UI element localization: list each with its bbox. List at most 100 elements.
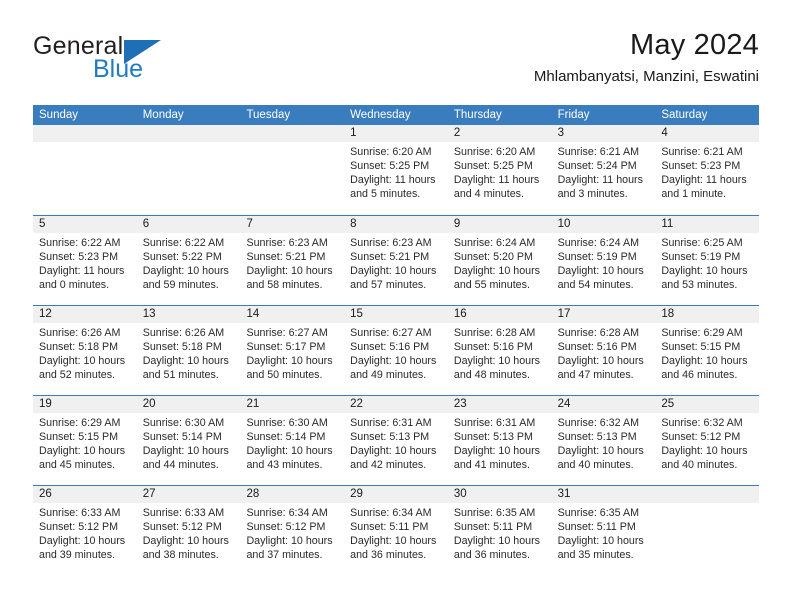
day-number: 27 bbox=[136, 486, 241, 503]
day-sun-info: Sunrise: 6:33 AM Sunset: 5:12 PM Daylight:… bbox=[33, 503, 137, 562]
day-sun-info: Sunrise: 6:31 AM Sunset: 5:13 PM Daylight:… bbox=[344, 413, 448, 472]
calendar-day-cell[interactable]: 3 Sunrise: 6:21 AM Sunset: 5:24 PM Daylight… bbox=[551, 125, 656, 215]
sunrise-text: Sunrise: 6:22 AM bbox=[39, 237, 121, 249]
calendar-day-cell[interactable]: 9 Sunrise: 6:24 AM Sunset: 5:20 PM Daylight… bbox=[447, 216, 552, 305]
daylight-text: Daylight: 10 hours and 53 minutes. bbox=[661, 265, 748, 292]
day-number: 22 bbox=[344, 396, 448, 413]
day-sun-info: Sunrise: 6:20 AM Sunset: 5:25 PM Daylight:… bbox=[344, 142, 448, 201]
daylight-text: Daylight: 10 hours and 40 minutes. bbox=[661, 445, 748, 472]
daylight-text: Daylight: 10 hours and 46 minutes. bbox=[661, 355, 748, 382]
sunrise-text: Sunrise: 6:24 AM bbox=[557, 237, 639, 249]
daylight-text: Daylight: 11 hours and 5 minutes. bbox=[350, 174, 436, 201]
calendar-day-cell[interactable]: 28 Sunrise: 6:34 AM Sunset: 5:12 PM Dayligh… bbox=[240, 486, 345, 575]
day-sun-info: Sunrise: 6:27 AM Sunset: 5:16 PM Daylight:… bbox=[344, 323, 448, 382]
sunrise-text: Sunrise: 6:22 AM bbox=[142, 237, 225, 249]
weekday-header-tuesday: Tuesday bbox=[246, 109, 291, 121]
daylight-text: Daylight: 10 hours and 50 minutes. bbox=[246, 355, 333, 382]
calendar-day-cell[interactable]: 22 Sunrise: 6:31 AM Sunset: 5:13 PM Dayligh… bbox=[344, 396, 448, 485]
daylight-text: Daylight: 10 hours and 48 minutes. bbox=[453, 355, 541, 382]
calendar-day-cell[interactable]: 20 Sunrise: 6:30 AM Sunset: 5:14 PM Dayligh… bbox=[136, 396, 241, 485]
weekday-header-row: Sunday Monday Tuesday Wednesday Thursday… bbox=[33, 105, 759, 125]
day-number: 24 bbox=[551, 396, 656, 413]
sunset-text: Sunset: 5:12 PM bbox=[661, 431, 741, 444]
day-number: 1 bbox=[344, 125, 448, 142]
sunset-text: Sunset: 5:14 PM bbox=[246, 431, 326, 444]
day-number bbox=[136, 125, 241, 142]
day-sun-info: Sunrise: 6:32 AM Sunset: 5:12 PM Daylight:… bbox=[655, 413, 759, 472]
page-header: General Blue May 2024 Mhlambanyatsi, Man… bbox=[33, 28, 759, 94]
calendar-day-cell[interactable]: 4 Sunrise: 6:21 AM Sunset: 5:23 PM Daylight… bbox=[655, 125, 760, 215]
calendar-day-cell[interactable]: 29 Sunrise: 6:34 AM Sunset: 5:11 PM Dayligh… bbox=[344, 486, 448, 575]
daylight-text: Daylight: 10 hours and 39 minutes. bbox=[39, 535, 126, 562]
day-number: 17 bbox=[551, 306, 656, 323]
calendar-day-cell[interactable]: 27 Sunrise: 6:33 AM Sunset: 5:12 PM Dayligh… bbox=[136, 486, 241, 575]
calendar-day-cell[interactable]: 18 Sunrise: 6:29 AM Sunset: 5:15 PM Dayligh… bbox=[655, 306, 760, 395]
day-number: 29 bbox=[344, 486, 448, 503]
sunset-text: Sunset: 5:12 PM bbox=[142, 521, 222, 534]
calendar-day-cell[interactable]: 8 Sunrise: 6:23 AM Sunset: 5:21 PM Daylight… bbox=[344, 216, 448, 305]
logo-text-blue: Blue bbox=[93, 55, 144, 83]
calendar-day-cell[interactable]: 11 Sunrise: 6:25 AM Sunset: 5:19 PM Dayligh… bbox=[655, 216, 760, 305]
day-sun-info: Sunrise: 6:21 AM Sunset: 5:23 PM Daylight:… bbox=[655, 142, 759, 201]
calendar-day-cell[interactable]: 7 Sunrise: 6:23 AM Sunset: 5:21 PM Daylight… bbox=[240, 216, 345, 305]
calendar-day-cell[interactable]: 17 Sunrise: 6:28 AM Sunset: 5:16 PM Dayligh… bbox=[551, 306, 656, 395]
day-sun-info: Sunrise: 6:26 AM Sunset: 5:18 PM Daylight:… bbox=[33, 323, 137, 382]
sunrise-text: Sunrise: 6:27 AM bbox=[246, 327, 328, 339]
daylight-text: Daylight: 10 hours and 55 minutes. bbox=[453, 265, 541, 292]
daylight-text: Daylight: 10 hours and 49 minutes. bbox=[350, 355, 437, 382]
calendar-day-cell[interactable]: 23 Sunrise: 6:31 AM Sunset: 5:13 PM Dayligh… bbox=[447, 396, 552, 485]
calendar-day-cell[interactable]: 30 Sunrise: 6:35 AM Sunset: 5:11 PM Dayligh… bbox=[447, 486, 552, 575]
day-sun-info: Sunrise: 6:24 AM Sunset: 5:19 PM Daylight:… bbox=[552, 233, 656, 292]
calendar-day-cell[interactable]: 5 Sunrise: 6:22 AM Sunset: 5:23 PM Daylight… bbox=[33, 216, 137, 305]
day-sun-info: Sunrise: 6:31 AM Sunset: 5:13 PM Daylight:… bbox=[448, 413, 552, 472]
weekday-header-sunday: Sunday bbox=[39, 109, 79, 121]
day-sun-info: Sunrise: 6:24 AM Sunset: 5:20 PM Daylight:… bbox=[448, 233, 552, 292]
sunset-text: Sunset: 5:13 PM bbox=[453, 431, 533, 444]
sunset-text: Sunset: 5:13 PM bbox=[557, 431, 637, 444]
day-sun-info: Sunrise: 6:20 AM Sunset: 5:25 PM Daylight:… bbox=[448, 142, 552, 201]
calendar-day-cell[interactable]: 6 Sunrise: 6:22 AM Sunset: 5:22 PM Daylight… bbox=[136, 216, 241, 305]
daylight-text: Daylight: 10 hours and 43 minutes. bbox=[246, 445, 333, 472]
calendar-day-cell[interactable]: 21 Sunrise: 6:30 AM Sunset: 5:14 PM Dayligh… bbox=[240, 396, 345, 485]
day-sun-info: Sunrise: 6:33 AM Sunset: 5:12 PM Daylight:… bbox=[137, 503, 241, 562]
sunrise-text: Sunrise: 6:30 AM bbox=[246, 417, 328, 429]
day-sun-info: Sunrise: 6:23 AM Sunset: 5:21 PM Daylight:… bbox=[344, 233, 448, 292]
calendar-day-cell[interactable]: 19 Sunrise: 6:29 AM Sunset: 5:15 PM Dayligh… bbox=[33, 396, 137, 485]
calendar-day-cell[interactable]: 16 Sunrise: 6:28 AM Sunset: 5:16 PM Dayligh… bbox=[447, 306, 552, 395]
calendar-day-cell[interactable]: 26 Sunrise: 6:33 AM Sunset: 5:12 PM Dayligh… bbox=[33, 486, 137, 575]
day-sun-info: Sunrise: 6:29 AM Sunset: 5:15 PM Daylight:… bbox=[33, 413, 137, 472]
day-sun-info: Sunrise: 6:22 AM Sunset: 5:22 PM Daylight:… bbox=[137, 233, 241, 292]
calendar-day-cell[interactable]: 15 Sunrise: 6:27 AM Sunset: 5:16 PM Dayligh… bbox=[344, 306, 448, 395]
calendar-day-cell[interactable]: 1 Sunrise: 6:20 AM Sunset: 5:25 PM Daylight… bbox=[344, 125, 448, 215]
calendar-day-cell[interactable]: 25 Sunrise: 6:32 AM Sunset: 5:12 PM Dayligh… bbox=[655, 396, 760, 485]
calendar-day-cell[interactable]: 14 Sunrise: 6:27 AM Sunset: 5:17 PM Dayligh… bbox=[240, 306, 345, 395]
day-number bbox=[33, 125, 137, 142]
weekday-header-saturday: Saturday bbox=[661, 109, 708, 121]
sunrise-text: Sunrise: 6:34 AM bbox=[350, 507, 432, 519]
calendar-day-cell[interactable]: 10 Sunrise: 6:24 AM Sunset: 5:19 PM Dayligh… bbox=[551, 216, 656, 305]
day-number: 23 bbox=[447, 396, 552, 413]
sunset-text: Sunset: 5:20 PM bbox=[453, 251, 533, 264]
daylight-text: Daylight: 11 hours and 1 minute. bbox=[661, 174, 747, 201]
sunrise-text: Sunrise: 6:25 AM bbox=[661, 237, 743, 249]
daylight-text: Daylight: 11 hours and 3 minutes. bbox=[557, 174, 643, 201]
day-number: 13 bbox=[136, 306, 241, 323]
day-sun-info: Sunrise: 6:30 AM Sunset: 5:14 PM Daylight:… bbox=[240, 413, 344, 472]
daylight-text: Daylight: 11 hours and 4 minutes. bbox=[453, 174, 540, 201]
day-number: 14 bbox=[240, 306, 345, 323]
calendar-day-cell[interactable]: 12 Sunrise: 6:26 AM Sunset: 5:18 PM Dayligh… bbox=[33, 306, 137, 395]
sunset-text: Sunset: 5:19 PM bbox=[557, 251, 637, 264]
day-number bbox=[240, 125, 345, 142]
calendar-day-cell[interactable]: 13 Sunrise: 6:26 AM Sunset: 5:18 PM Dayligh… bbox=[136, 306, 241, 395]
calendar-day-cell[interactable]: 24 Sunrise: 6:32 AM Sunset: 5:13 PM Dayligh… bbox=[551, 396, 656, 485]
calendar-day-cell[interactable]: 2 Sunrise: 6:20 AM Sunset: 5:25 PM Daylight… bbox=[447, 125, 552, 215]
general-blue-logo: General Blue bbox=[33, 32, 213, 88]
day-sun-info: Sunrise: 6:27 AM Sunset: 5:17 PM Daylight:… bbox=[240, 323, 344, 382]
sunrise-text: Sunrise: 6:24 AM bbox=[453, 237, 536, 249]
sunset-text: Sunset: 5:13 PM bbox=[350, 431, 430, 444]
calendar-grid: Sunday Monday Tuesday Wednesday Thursday… bbox=[33, 105, 760, 575]
weekday-header-monday: Monday bbox=[142, 109, 184, 121]
calendar-day-cell[interactable]: 31 Sunrise: 6:35 AM Sunset: 5:11 PM Dayligh… bbox=[551, 486, 656, 575]
sunset-text: Sunset: 5:19 PM bbox=[661, 251, 741, 264]
calendar-week-row: 12 Sunrise: 6:26 AM Sunset: 5:18 PM Dayligh… bbox=[33, 305, 760, 395]
